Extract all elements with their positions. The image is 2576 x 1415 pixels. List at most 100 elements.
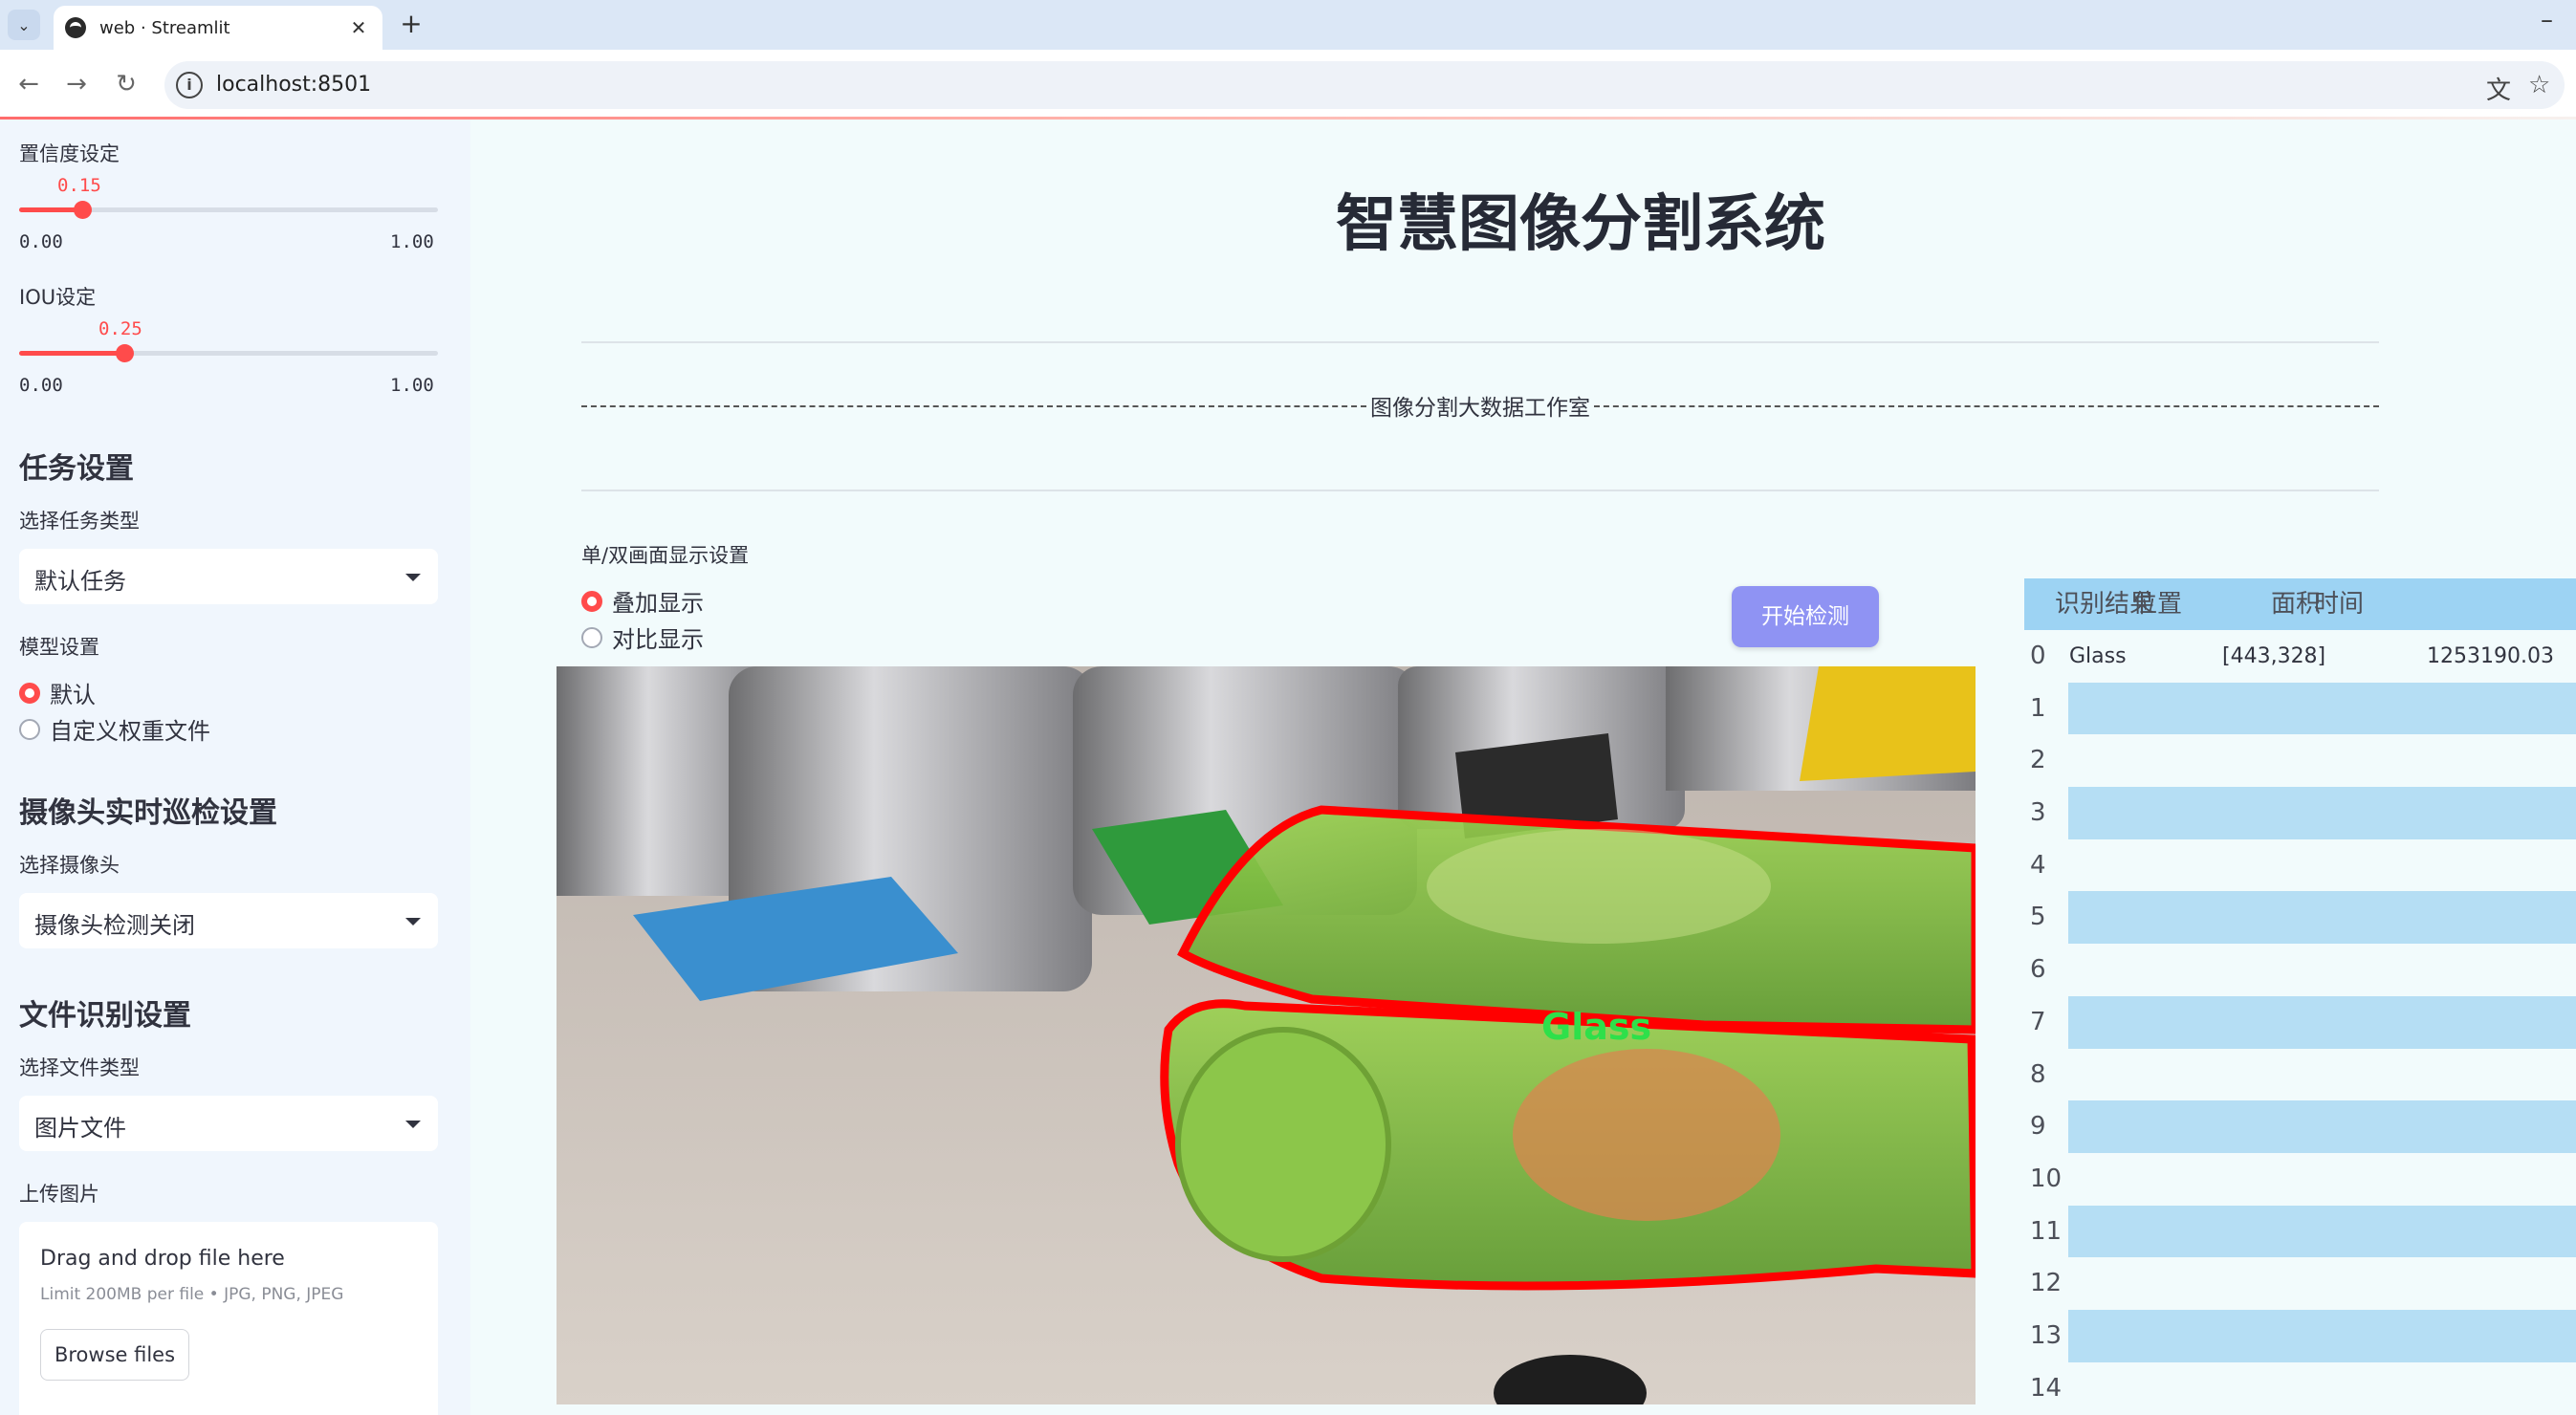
sidebar: 置信度设定 0.15 0.00 1.00 IOU设定 0.25 0.00 1.0…	[0, 120, 470, 1415]
browser-tab-bar: ⌄ web · Streamlit ✕ + –	[0, 0, 2576, 50]
table-row[interactable]: 2	[2024, 734, 2576, 788]
bottle-orange-label	[1513, 1049, 1780, 1221]
iou-min: 0.00	[19, 375, 63, 396]
table-row[interactable]: 8	[2024, 1048, 2576, 1101]
table-row[interactable]: 10	[2024, 1152, 2576, 1206]
results-table[interactable]: 识别结果 位置 面积 时间 0 Glass [443,328] 125319 0.03 1…	[2024, 578, 2576, 1415]
display-option-compare[interactable]: 对比显示	[581, 620, 704, 654]
table-row[interactable]: 6	[2024, 944, 2576, 997]
studio-banner: 图像分割大数据工作室	[581, 389, 2379, 422]
forward-icon[interactable]: →	[57, 65, 96, 103]
browser-toolbar: ← → ↻ i localhost:8501 文 ☆	[0, 50, 2576, 119]
radio-unselected-icon	[581, 626, 602, 648]
browse-files-button[interactable]: Browse files	[40, 1329, 189, 1381]
reload-icon[interactable]: ↻	[107, 65, 145, 103]
table-row[interactable]: 7	[2024, 995, 2576, 1049]
model-option-default[interactable]: 默认	[19, 676, 96, 709]
table-row[interactable]: 12	[2024, 1257, 2576, 1311]
browser-tab[interactable]: web · Streamlit ✕	[54, 6, 382, 50]
row-index: 10	[2024, 1152, 2068, 1206]
display-mode-label: 单/双画面显示设置	[581, 544, 750, 567]
camera-select-value: 摄像头检测关闭	[34, 912, 195, 939]
chevron-down-icon	[405, 918, 421, 925]
main-content: 智慧图像分割系统 图像分割大数据工作室 单/双画面显示设置 叠加显示 对比显示 …	[470, 120, 2576, 1415]
start-detection-button[interactable]: 开始检测	[1732, 586, 1879, 647]
row-index: 1	[2024, 682, 2068, 735]
info-icon[interactable]: i	[176, 72, 203, 98]
divider-bottom	[581, 490, 2379, 491]
model-option-custom-weights[interactable]: 自定义权重文件	[19, 712, 210, 746]
row-index: 2	[2024, 734, 2068, 788]
file-type-select[interactable]: 图片文件	[19, 1096, 438, 1151]
row-index: 7	[2024, 995, 2068, 1049]
table-row[interactable]: 9	[2024, 1100, 2576, 1154]
detection-label: Glass	[1541, 1006, 1651, 1048]
column-header: 位置	[2132, 590, 2183, 619]
bottle-base	[1175, 1027, 1391, 1262]
iou-max: 1.00	[390, 375, 434, 396]
task-settings-heading: 任务设置	[19, 452, 134, 486]
task-type-label: 选择任务类型	[19, 510, 140, 533]
confidence-slider[interactable]	[19, 201, 438, 219]
task-type-select[interactable]: 默认任务	[19, 549, 438, 604]
radio-selected-icon	[19, 682, 40, 704]
bottle-label	[1427, 829, 1771, 944]
iou-slider-fill	[19, 351, 124, 356]
task-type-value: 默认任务	[34, 568, 126, 595]
yellow-label	[1800, 666, 1976, 781]
back-icon[interactable]: ←	[10, 65, 48, 103]
minimize-icon[interactable]: –	[2541, 6, 2553, 34]
table-row[interactable]: 13	[2024, 1310, 2576, 1363]
camera-select-label: 选择摄像头	[19, 854, 120, 877]
row-index: 3	[2024, 787, 2068, 840]
banner-text: 图像分割大数据工作室	[1370, 396, 1590, 421]
iou-slider-thumb[interactable]	[115, 344, 134, 362]
row-index: 11	[2024, 1205, 2068, 1258]
radio-unselected-icon	[19, 718, 40, 740]
segmented-photo: Glass	[557, 666, 1976, 1404]
detection-result-image: Glass	[557, 666, 1976, 1404]
row-index: 13	[2024, 1310, 2068, 1363]
table-row[interactable]: 11	[2024, 1205, 2576, 1258]
table-row[interactable]: 5	[2024, 891, 2576, 945]
cell-position: [443,328]	[2222, 644, 2326, 668]
address-bar[interactable]: i localhost:8501 文 ☆	[164, 61, 2565, 109]
upload-limit: Limit 200MB per file • JPG, PNG, JPEG	[40, 1285, 344, 1304]
file-type-value: 图片文件	[34, 1115, 126, 1142]
table-row[interactable]: 4	[2024, 838, 2576, 892]
row-index: 0	[2024, 630, 2068, 683]
model-settings-label: 模型设置	[19, 636, 99, 659]
tab-title: web · Streamlit	[99, 17, 230, 38]
star-icon[interactable]: ☆	[2528, 71, 2550, 99]
row-index: 14	[2024, 1361, 2068, 1415]
table-header: 识别结果 位置 面积 时间	[2024, 578, 2576, 630]
streamlit-favicon-icon	[65, 17, 86, 38]
iou-slider[interactable]	[19, 344, 438, 362]
upload-title: Drag and drop file here	[40, 1247, 285, 1271]
chevron-down-icon: ⌄	[17, 15, 31, 34]
translate-icon[interactable]: 文	[2486, 71, 2511, 106]
table-row[interactable]: 14	[2024, 1361, 2576, 1415]
cell-result: Glass	[2069, 644, 2127, 668]
table-row[interactable]: 0 Glass [443,328] 125319 0.03	[2024, 630, 2576, 683]
camera-select[interactable]: 摄像头检测关闭	[19, 893, 438, 948]
tab-search-button[interactable]: ⌄	[8, 10, 40, 40]
file-uploader-dropzone[interactable]: Drag and drop file here Limit 200MB per …	[19, 1222, 438, 1415]
row-index: 4	[2024, 838, 2068, 892]
table-row[interactable]: 1	[2024, 682, 2576, 735]
iou-label: IOU设定	[19, 286, 97, 309]
dashed-line-right	[1594, 405, 2379, 407]
table-row[interactable]: 3	[2024, 787, 2576, 840]
close-icon[interactable]: ✕	[346, 16, 371, 39]
row-index: 9	[2024, 1100, 2068, 1154]
confidence-max: 1.00	[390, 231, 434, 252]
display-option-overlay[interactable]: 叠加显示	[581, 584, 704, 618]
iou-value: 0.25	[98, 318, 142, 339]
confidence-slider-thumb[interactable]	[73, 201, 92, 219]
file-type-label: 选择文件类型	[19, 1056, 140, 1079]
url-text: localhost:8501	[216, 73, 372, 97]
plus-icon[interactable]: +	[394, 8, 428, 42]
cell-area: 125319	[2427, 644, 2507, 668]
row-index: 5	[2024, 891, 2068, 945]
row-index: 8	[2024, 1048, 2068, 1101]
